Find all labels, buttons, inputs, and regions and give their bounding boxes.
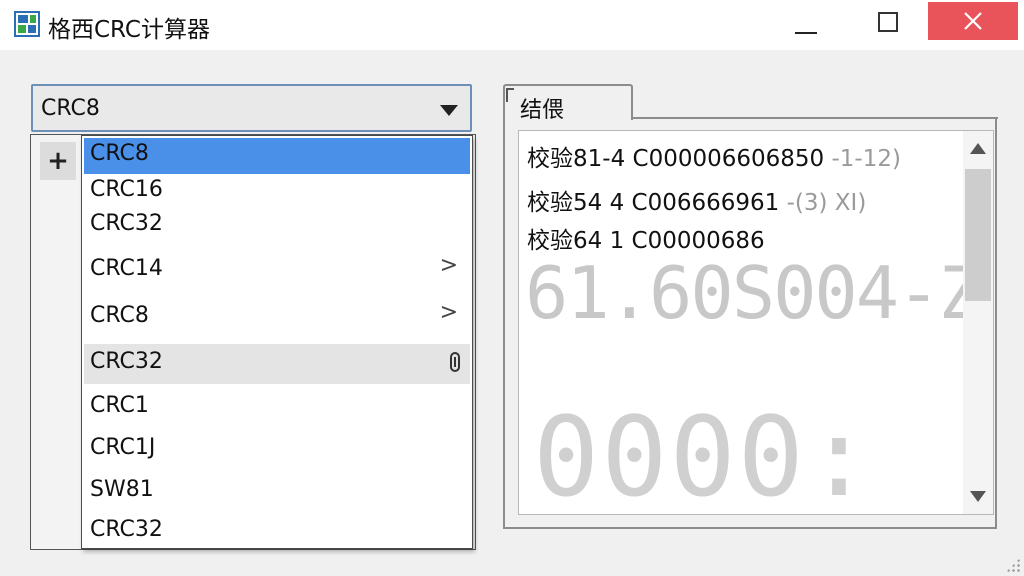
results-output[interactable]: 校验81-4 C000006606850 -1-12) 校验54 4 C0066… [518, 130, 994, 515]
scroll-up-icon[interactable] [970, 143, 986, 154]
dropdown-item[interactable]: CRC32 [84, 514, 470, 548]
dropdown-item-label: CRC1J [90, 435, 156, 460]
dropdown-item[interactable]: SW81 [84, 474, 470, 510]
result-line-text: 校验54 4 C006666961 [527, 190, 780, 216]
result-large-value-2: 0000: .0 [533, 393, 993, 515]
dropdown-item-label: CRC32 [90, 349, 163, 374]
dropdown-item[interactable]: CRC8 > [84, 300, 470, 336]
dropdown-item-label: CRC32 [90, 517, 163, 542]
chevron-right-icon: > [439, 300, 458, 325]
minimize-icon [795, 32, 817, 34]
add-button[interactable]: + [40, 142, 76, 180]
scroll-thumb[interactable] [965, 169, 991, 301]
results-group-title: 结偎 [520, 98, 565, 123]
dropdown-item-label: CRC8 [90, 141, 149, 166]
dropdown-item-label: CRC14 [90, 256, 163, 281]
dropdown-item-label: SW81 [90, 477, 154, 502]
result-large-value-1: 61.60S004-Z [525, 251, 982, 335]
minimize-button[interactable] [776, 0, 836, 44]
crc-type-dropdown: CRC8 CRC16 CRC32 CRC14 > CRC8 > CRC32 CR… [81, 135, 473, 549]
dropdown-item[interactable]: CRC32 [84, 344, 470, 384]
result-line-suffix: -1-12) [824, 146, 901, 172]
dropdown-item[interactable]: CRC32 [84, 208, 470, 244]
close-icon [964, 12, 982, 30]
crc-type-select[interactable]: CRC8 [31, 84, 472, 132]
window-title: 格西CRC计算器 [48, 17, 210, 43]
scroll-down-icon[interactable] [970, 491, 986, 502]
dropdown-item[interactable]: CRC8 [84, 138, 470, 174]
bracket-icon [506, 88, 514, 102]
dropdown-item-label: CRC16 [90, 177, 163, 202]
close-button[interactable] [928, 2, 1018, 40]
dropdown-item[interactable]: CRC1J [84, 432, 470, 468]
crc-type-selected-value: CRC8 [41, 96, 100, 121]
maximize-icon [878, 12, 898, 32]
result-line: 校验64 1 C00000686 [527, 221, 765, 255]
dropdown-item[interactable]: CRC1 [84, 390, 470, 426]
result-line: 校验81-4 C000006606850 -1-12) [527, 139, 901, 173]
dropdown-item-label: CRC32 [90, 211, 163, 236]
result-line: 校验54 4 C006666961 -(3) XI) [527, 183, 866, 217]
dropdown-item[interactable]: CRC16 [84, 174, 470, 208]
paperclip-icon [450, 352, 460, 372]
result-line-text: 校验81-4 C000006606850 [527, 146, 825, 172]
dropdown-item-label: CRC8 [90, 303, 149, 328]
title-bar: 格西CRC计算器 [0, 0, 1024, 50]
dropdown-item[interactable]: CRC14 > [84, 253, 470, 289]
results-scrollbar[interactable] [963, 131, 993, 514]
maximize-button[interactable] [858, 0, 918, 44]
app-logo-icon [14, 11, 40, 37]
chevron-down-icon[interactable] [440, 105, 458, 116]
result-line-suffix: -(3) XI) [779, 190, 867, 216]
chevron-right-icon: > [439, 253, 458, 278]
dropdown-item-label: CRC1 [90, 393, 149, 418]
